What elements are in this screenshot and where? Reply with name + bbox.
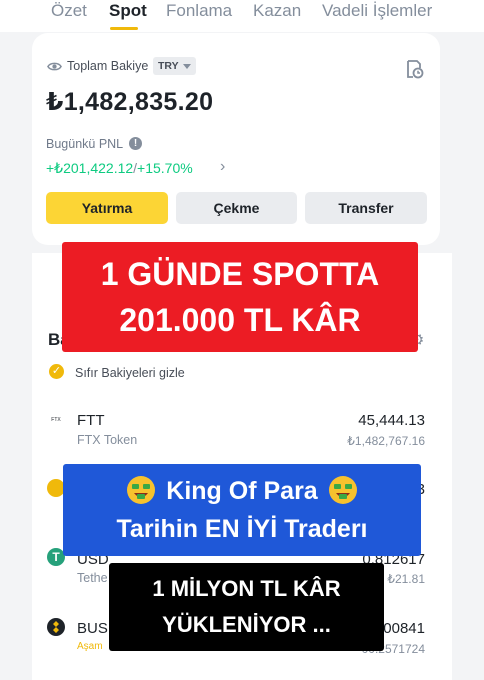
- asset-name: FTX Token: [77, 433, 138, 447]
- history-icon[interactable]: [404, 59, 424, 79]
- promo-banner-black: 1 MİLYON TL KÂR YÜKLENİYOR ...: [109, 563, 384, 651]
- checkbox-checked-icon[interactable]: ✓: [49, 364, 64, 379]
- asset-name: Aşam: [77, 641, 103, 652]
- promo-banner-red: 1 GÜNDE SPOTTA 201.000 TL KÂR: [62, 242, 418, 352]
- asset-amount: 45,444.13: [358, 412, 425, 429]
- money-mouth-face-icon: [328, 476, 357, 504]
- promo-blue-line1-row: King Of Para: [63, 472, 421, 510]
- asset-value: ₺1,482,767.16: [347, 434, 425, 448]
- promo-black-line2: YÜKLENİYOR ...: [162, 612, 331, 637]
- top-tabs: Özet Spot Fonlama Kazan Vadeli İşlemler: [0, 0, 484, 32]
- eye-icon[interactable]: [47, 59, 62, 74]
- money-mouth-face-icon: [127, 476, 156, 504]
- withdraw-button[interactable]: Çekme: [176, 192, 297, 224]
- transfer-button[interactable]: Transfer: [305, 192, 427, 224]
- ftx-logo-text: FTX: [51, 417, 61, 423]
- tab-futures[interactable]: Vadeli İşlemler: [322, 0, 432, 22]
- promo-red-line1: 1 GÜNDE SPOTTA: [100, 256, 380, 292]
- pnl-value: +₺201,422.12/+15.70%: [46, 160, 193, 177]
- asset-value: ₺21.81: [387, 572, 425, 586]
- promo-red-line2: 201.000 TL KÂR: [119, 302, 361, 338]
- promo-blue-line2: Tarihin EN İYİ Traderı: [116, 515, 368, 543]
- pnl-amount: +₺201,422.12: [46, 160, 134, 176]
- promo-blue-line1: King Of Para: [166, 477, 318, 505]
- tab-funding[interactable]: Fonlama: [166, 0, 232, 22]
- active-tab-indicator: [110, 27, 138, 30]
- pnl-percent: +15.70%: [137, 160, 193, 176]
- caret-down-icon: [182, 63, 191, 69]
- busd-logo-icon: [47, 618, 65, 636]
- asset-symbol: BUS: [77, 620, 108, 637]
- hide-zero-balances-label[interactable]: Sıfır Bakiyeleri gizle: [75, 366, 185, 380]
- asset-name: Tethe: [77, 571, 108, 585]
- balance-card: Toplam Bakiye TRY ₺1,482,835.20 Bugünkü …: [32, 33, 440, 245]
- deposit-button[interactable]: Yatırma: [46, 192, 168, 224]
- currency-select[interactable]: TRY: [153, 57, 196, 75]
- ftx-logo-icon: FTX: [47, 416, 65, 423]
- total-balance-value: ₺1,482,835.20: [46, 88, 214, 116]
- chevron-right-icon[interactable]: ›: [220, 158, 225, 176]
- tab-spot[interactable]: Spot: [109, 0, 147, 22]
- asset-symbol: FTT: [77, 412, 105, 429]
- total-balance-label: Toplam Bakiye: [67, 59, 149, 73]
- pnl-label: Bugünkü PNL: [46, 137, 124, 151]
- promo-banner-blue: King Of Para Tarihin EN İYİ Traderı: [63, 464, 421, 556]
- asset-amount: 00841: [383, 620, 425, 637]
- currency-value: TRY: [158, 60, 179, 72]
- promo-black-line1: 1 MİLYON TL KÂR: [152, 576, 341, 601]
- tab-earn[interactable]: Kazan: [253, 0, 301, 22]
- info-icon[interactable]: !: [129, 137, 142, 150]
- tab-overview[interactable]: Özet: [51, 0, 87, 22]
